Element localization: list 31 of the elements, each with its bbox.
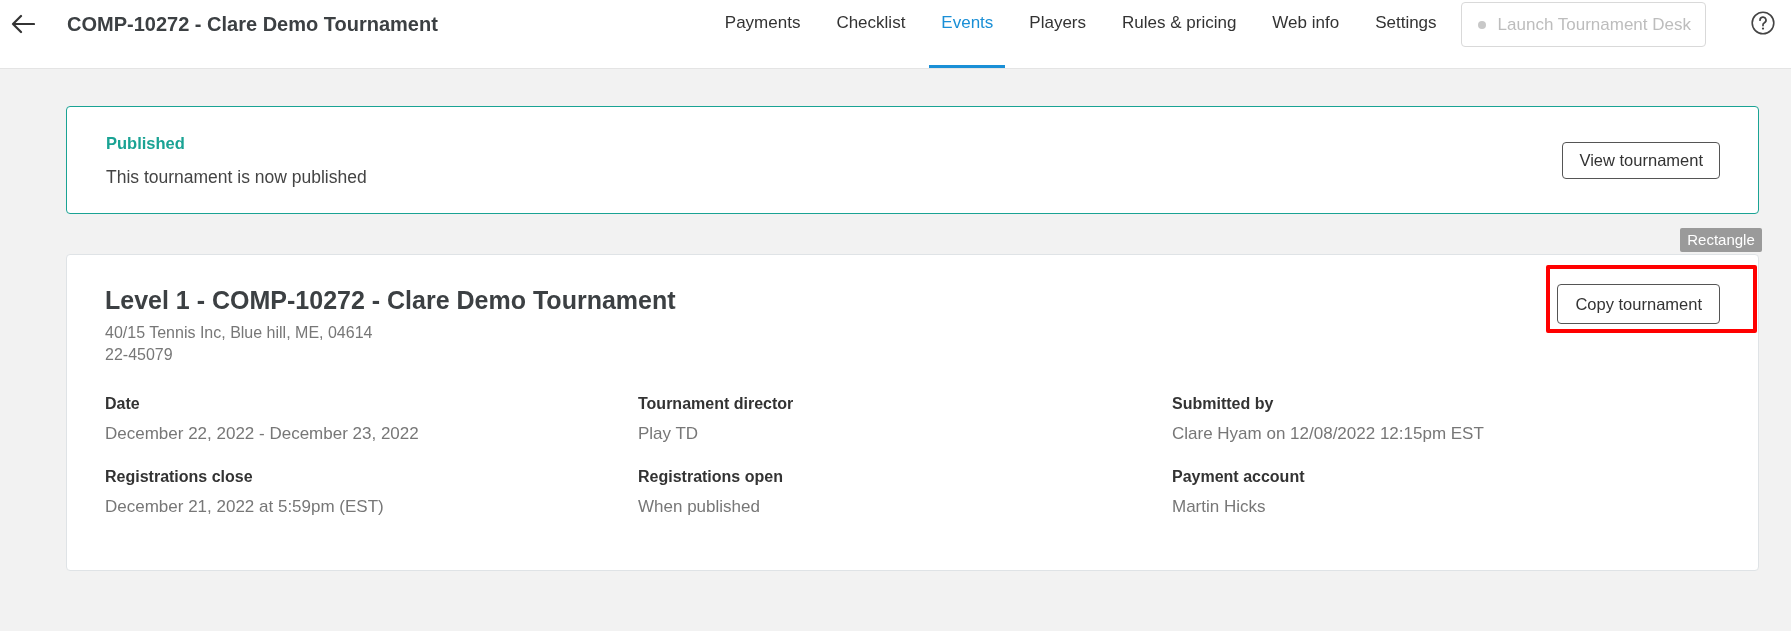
detail-label: Submitted by bbox=[1172, 394, 1275, 414]
event-code: 22-45079 bbox=[105, 345, 174, 365]
detail-value: December 22, 2022 - December 23, 2022 bbox=[105, 423, 420, 445]
detail-label: Payment account bbox=[1172, 467, 1306, 487]
event-address: 40/15 Tennis Inc, Blue hill, ME, 04614 bbox=[105, 323, 374, 343]
back-arrow-icon[interactable] bbox=[11, 14, 35, 34]
tournament-title: COMP-10272 - Clare Demo Tournament bbox=[67, 12, 438, 36]
detail-value: Martin Hicks bbox=[1172, 496, 1267, 518]
nav-tab[interactable]: Payments bbox=[712, 0, 813, 68]
nav-tab[interactable]: Checklist bbox=[824, 0, 918, 68]
nav-tab[interactable]: Web info bbox=[1260, 0, 1352, 68]
detail-value: When published bbox=[638, 496, 761, 518]
detail-label: Date bbox=[105, 394, 141, 414]
status-dot-icon bbox=[1477, 20, 1486, 29]
view-tournament-button[interactable]: View tournament bbox=[1562, 141, 1720, 179]
detail-label: Tournament director bbox=[638, 394, 795, 414]
nav-tab[interactable]: Events bbox=[929, 0, 1006, 68]
help-icon[interactable] bbox=[1751, 11, 1775, 35]
annotation-tag: Rectangle bbox=[1680, 228, 1762, 252]
nav-tab[interactable]: Settings bbox=[1363, 0, 1449, 68]
detail-value: Clare Hyam on 12/08/2022 12:15pm EST bbox=[1172, 423, 1485, 445]
event-title: Level 1 - COMP-10272 - Clare Demo Tournament bbox=[105, 285, 677, 316]
detail-value: Play TD bbox=[638, 423, 700, 445]
nav-tab[interactable]: Players bbox=[1017, 0, 1099, 68]
detail-label: Registrations close bbox=[105, 467, 254, 487]
banner-title: Published bbox=[106, 133, 186, 154]
copy-tournament-button[interactable]: Copy tournament bbox=[1557, 284, 1720, 324]
banner-message: This tournament is now published bbox=[106, 166, 368, 188]
detail-value: December 21, 2022 at 5:59pm (EST) bbox=[105, 496, 385, 518]
nav-tab[interactable]: Rules & pricing bbox=[1110, 0, 1249, 68]
detail-label: Registrations open bbox=[638, 467, 784, 487]
